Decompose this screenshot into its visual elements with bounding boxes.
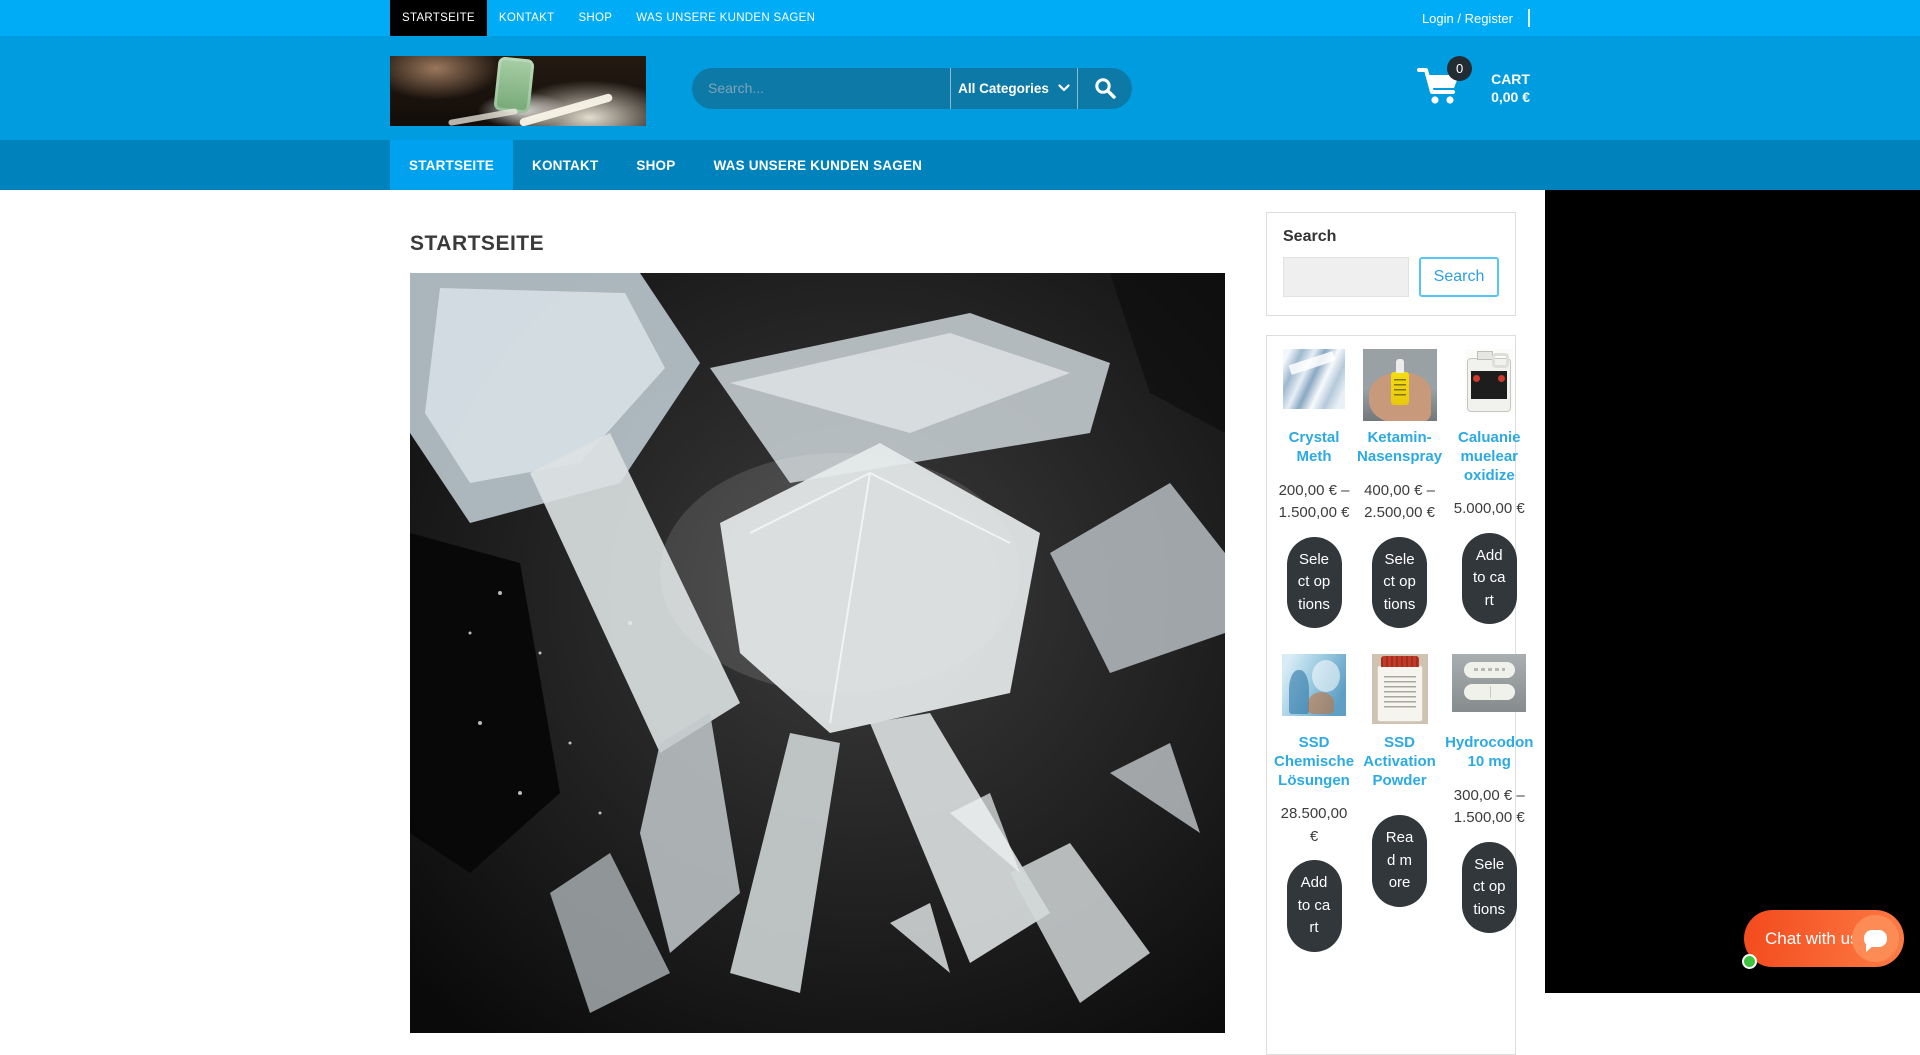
product-price: 400,00 € – 2.500,00 €	[1364, 480, 1436, 525]
product-name-link[interactable]: Hydrocodon 10 mg	[1445, 734, 1533, 772]
sidebar-search-input[interactable]	[1283, 257, 1409, 297]
product-add-to-cart-button[interactable]: Add to cart	[1462, 533, 1517, 625]
chat-label: Chat with us	[1765, 929, 1859, 949]
product-name-link[interactable]: SSD Chemische Lösungen	[1274, 734, 1354, 790]
product-select-options-button[interactable]: Select options	[1287, 537, 1342, 629]
nav-item-kontakt[interactable]: KONTAKT	[513, 140, 617, 190]
product-card: SSD Activation Powder Read more	[1357, 654, 1442, 952]
main-nav: STARTSEITE KONTAKT SHOP WAS UNSERE KUNDE…	[0, 140, 1920, 190]
header-search-button[interactable]	[1078, 68, 1132, 109]
product-name-link[interactable]: SSD Activation Powder	[1357, 734, 1442, 790]
product-name-link[interactable]: Caluanie muelear oxidize	[1445, 429, 1533, 485]
sidebar-search-title: Search	[1283, 228, 1499, 246]
product-card: Ketamin-Nasenspray 400,00 € – 2.500,00 €…	[1357, 349, 1442, 628]
product-name-link[interactable]: Ketamin-Nasenspray	[1357, 429, 1442, 467]
topbar-item-kontakt[interactable]: KONTAKT	[487, 0, 567, 36]
header-search-form: All Categories	[692, 68, 1132, 109]
category-select-label: All Categories	[958, 81, 1049, 96]
product-name-link[interactable]: Crystal Meth	[1274, 429, 1354, 467]
product-image[interactable]	[1282, 654, 1346, 728]
ssd-powder-thumbnail	[1372, 654, 1428, 724]
search-input[interactable]	[692, 68, 950, 109]
cart-label: CART	[1491, 70, 1530, 88]
cart-widget[interactable]: 0 CART 0,00 €	[1417, 67, 1530, 109]
nav-item-shop[interactable]: SHOP	[617, 140, 694, 190]
product-add-to-cart-button[interactable]: Add to cart	[1287, 860, 1342, 952]
nav-item-kundenmeinungen[interactable]: WAS UNSERE KUNDEN SAGEN	[694, 140, 941, 190]
category-select[interactable]: All Categories	[951, 68, 1077, 109]
site-header: All Categories 0	[0, 36, 1920, 140]
main-content: STARTSEITE	[410, 190, 1225, 1033]
product-image[interactable]	[1465, 349, 1513, 423]
sidebar: Search Search Crystal Meth 200,00 € – 1.…	[1266, 212, 1516, 1055]
site-logo[interactable]	[390, 56, 646, 126]
product-card: Caluanie muelear oxidize 5.000,00 € Add …	[1445, 349, 1533, 628]
topbar: STARTSEITE KONTAKT SHOP WAS UNSERE KUNDE…	[0, 0, 1920, 36]
ssd-chemical-thumbnail	[1282, 654, 1346, 716]
cart-count-badge: 0	[1447, 56, 1472, 81]
product-price: 28.500,00 €	[1278, 803, 1350, 848]
sidebar-products-widget: Crystal Meth 200,00 € – 1.500,00 € Selec…	[1266, 335, 1516, 1055]
product-image[interactable]	[1363, 349, 1437, 423]
caluanie-bottle-thumbnail	[1465, 349, 1513, 413]
crystal-meth-thumbnail	[1283, 349, 1345, 409]
sidebar-search-widget: Search Search	[1266, 212, 1516, 316]
login-register-link[interactable]: Login / Register	[1422, 11, 1513, 26]
product-card: SSD Chemische Lösungen 28.500,00 € Add t…	[1274, 654, 1354, 952]
product-read-more-button[interactable]: Read more	[1372, 815, 1427, 907]
product-image[interactable]	[1452, 654, 1526, 728]
search-icon	[1094, 77, 1116, 99]
product-price: 5.000,00 €	[1453, 498, 1525, 521]
product-image[interactable]	[1372, 654, 1428, 728]
cart-total: 0,00 €	[1491, 88, 1530, 106]
topbar-menu: STARTSEITE KONTAKT SHOP WAS UNSERE KUNDE…	[390, 0, 827, 36]
topbar-separator	[1528, 9, 1530, 27]
product-select-options-button[interactable]: Select options	[1462, 842, 1517, 934]
product-price: 200,00 € – 1.500,00 €	[1278, 480, 1350, 525]
chevron-down-icon	[1058, 84, 1070, 92]
product-select-options-button[interactable]: Select options	[1372, 537, 1427, 629]
sidebar-search-button[interactable]: Search	[1419, 257, 1499, 297]
topbar-item-startseite[interactable]: STARTSEITE	[390, 0, 487, 36]
topbar-item-shop[interactable]: SHOP	[566, 0, 624, 36]
product-image[interactable]	[1283, 349, 1345, 423]
chat-bubble-icon	[1852, 915, 1899, 962]
chat-with-us-button[interactable]: Chat with us	[1744, 910, 1904, 967]
topbar-item-kundenmeinungen[interactable]: WAS UNSERE KUNDEN SAGEN	[624, 0, 827, 36]
product-price: 300,00 € – 1.500,00 €	[1453, 785, 1525, 830]
product-card: Crystal Meth 200,00 € – 1.500,00 € Selec…	[1274, 349, 1354, 628]
chat-widget-iframe-area: Chat with us	[1545, 190, 1920, 993]
product-card: Hydrocodon 10 mg 300,00 € – 1.500,00 € S…	[1445, 654, 1533, 952]
nav-item-startseite[interactable]: STARTSEITE	[390, 140, 513, 190]
online-status-dot	[1742, 954, 1757, 969]
hydrocodon-pills-thumbnail	[1452, 654, 1526, 712]
crystal-hero-image	[410, 273, 1225, 1033]
page-title: STARTSEITE	[410, 232, 1225, 256]
ketamin-spray-thumbnail	[1363, 349, 1437, 421]
